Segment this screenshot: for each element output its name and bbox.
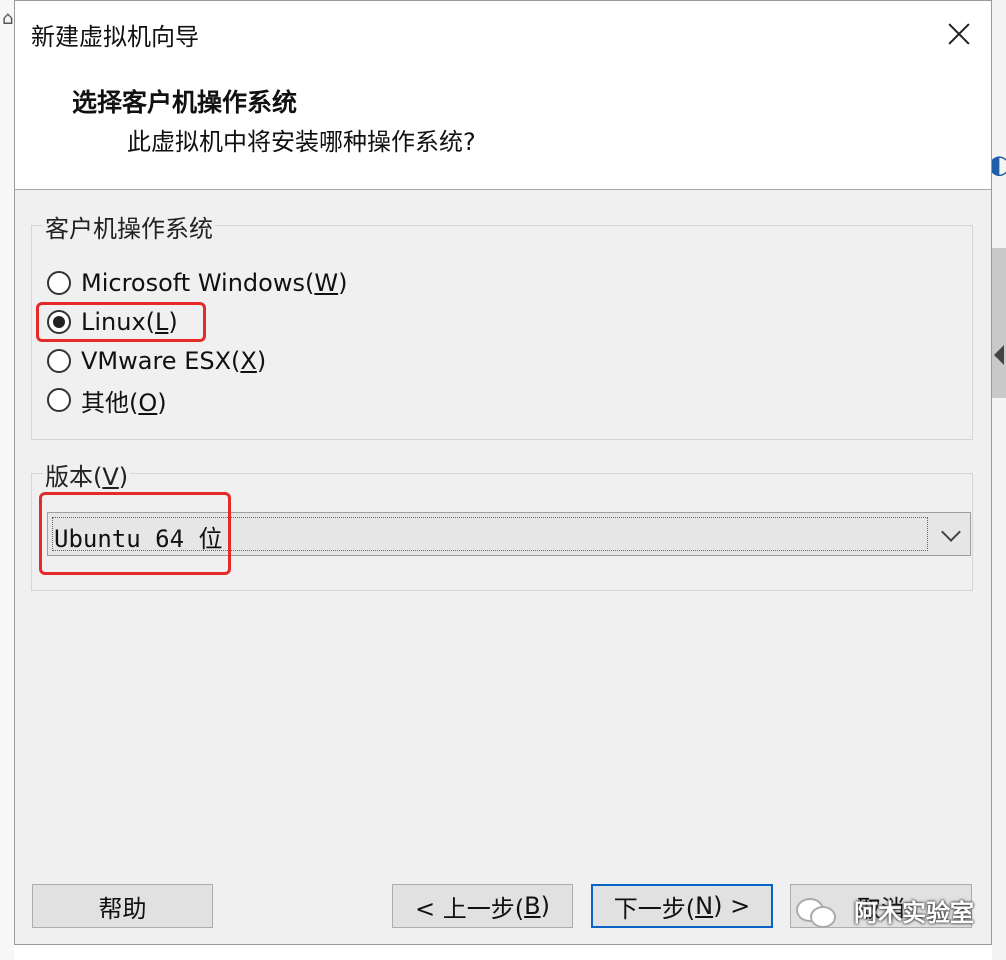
version-select[interactable]: Ubuntu 64 位 [47,512,971,556]
page-title: 选择客户机操作系统 [72,88,298,117]
background-app-glyph: ⌂ [2,8,14,29]
help-button[interactable]: 帮助 [32,884,213,928]
background-app-left-edge: ⌂ [0,0,14,960]
radio-other[interactable]: 其他(O) [47,382,167,418]
chevron-down-icon[interactable] [941,522,961,542]
wizard-header: 选择客户机操作系统 此虚拟机中将安装哪种操作系统? [15,67,991,190]
radio-label-windows: Microsoft Windows(W) [81,269,348,297]
cancel-button[interactable]: 取消 [790,884,972,928]
radio-label-esx: VMware ESX(X) [81,347,267,375]
next-button[interactable]: 下一步(N) > [591,884,773,928]
window-title: 新建虚拟机向导 [31,23,199,51]
back-button[interactable]: < 上一步(B) [392,884,573,928]
radio-button[interactable] [47,349,71,373]
new-vm-wizard-dialog: 新建虚拟机向导 选择客户机操作系统 此虚拟机中将安装哪种操作系统? 客户机操作系… [14,0,992,945]
close-icon[interactable] [919,1,991,67]
background-app-arrow-icon [994,345,1004,365]
radio-microsoft-windows[interactable]: Microsoft Windows(W) [47,265,347,301]
guest-os-group-label: 客户机操作系统 [43,209,215,244]
radio-vmware-esx[interactable]: VMware ESX(X) [47,343,266,379]
version-group-label: 版本(V) [43,457,131,492]
radio-label-other: 其他(O) [81,388,167,417]
title-bar: 新建虚拟机向导 [15,1,991,67]
radio-button[interactable] [47,388,71,412]
radio-button-selected[interactable] [47,310,71,334]
radio-button[interactable] [47,271,71,295]
background-app-right-edge: ◐ [988,0,1006,960]
page-subtitle: 此虚拟机中将安装哪种操作系统? [127,128,476,156]
radio-label-linux: Linux(L) [81,308,178,336]
version-select-value: Ubuntu 64 位 [54,525,223,553]
radio-linux[interactable]: Linux(L) [47,304,178,340]
background-app-button [992,248,1006,398]
